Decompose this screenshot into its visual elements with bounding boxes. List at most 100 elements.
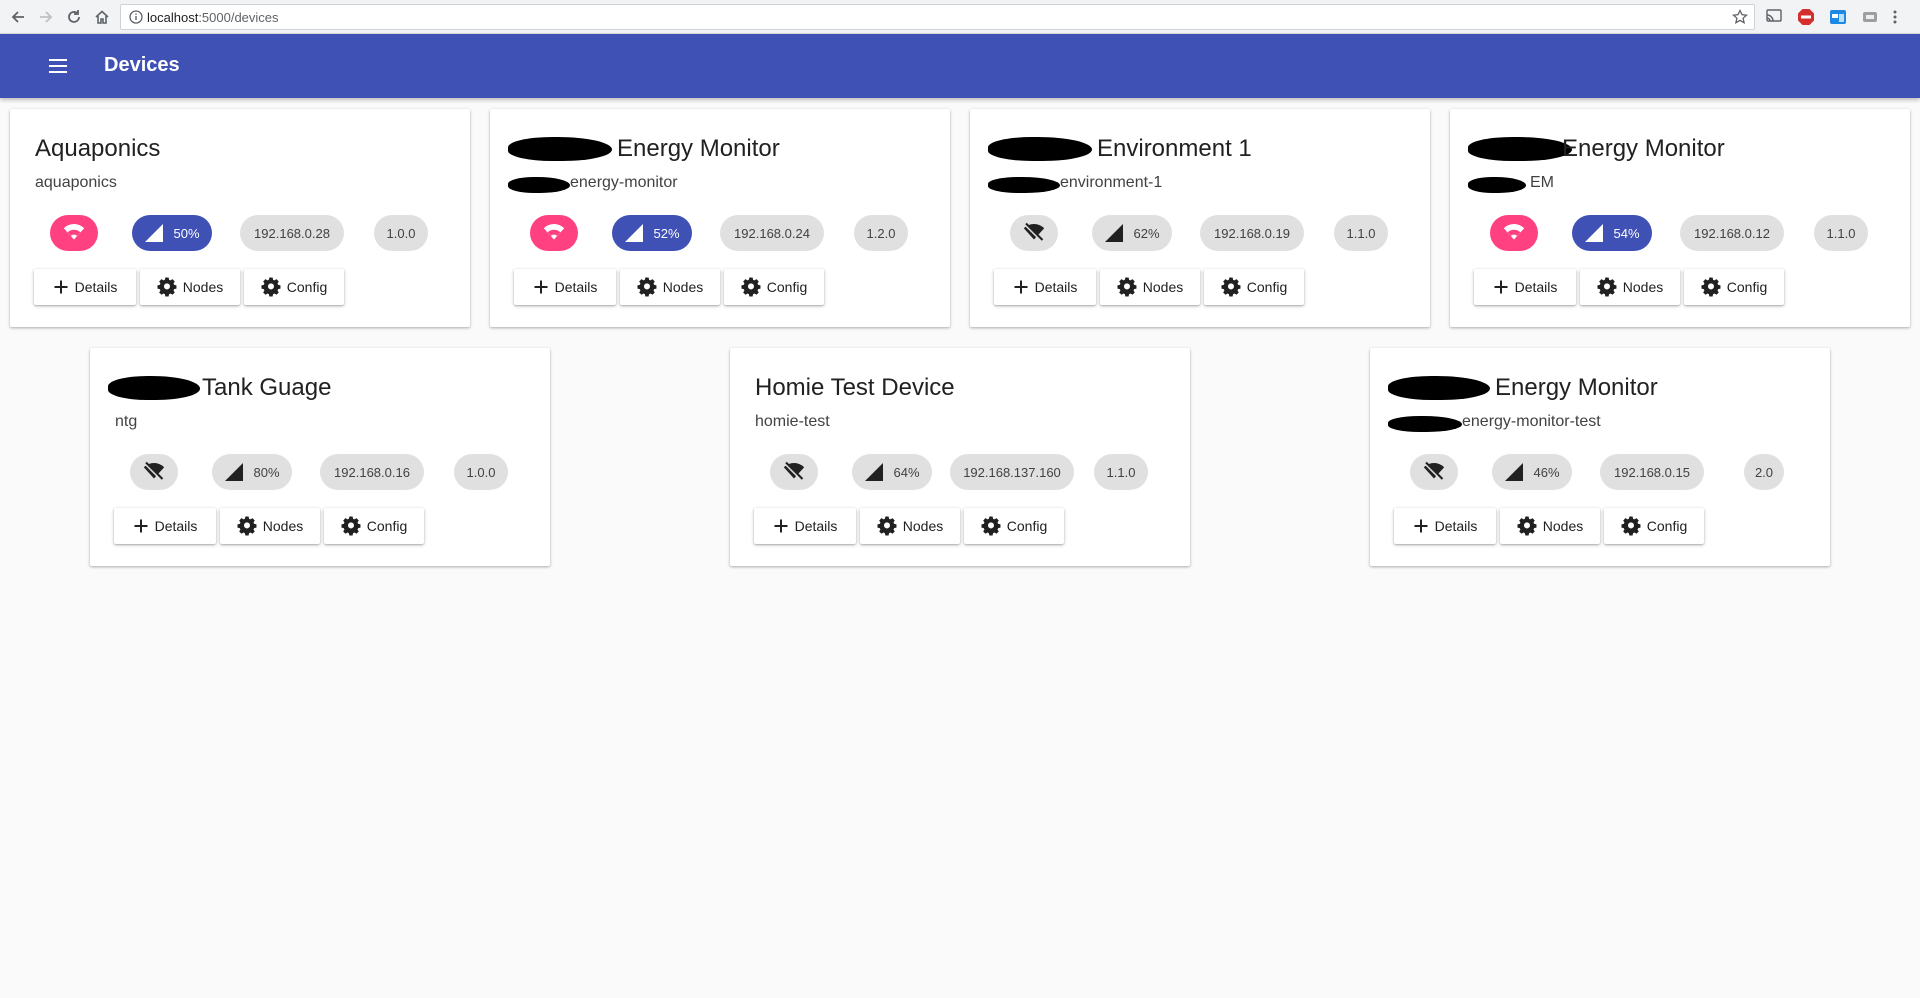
redaction-mark	[1468, 177, 1526, 193]
config-button[interactable]: Config	[724, 269, 824, 305]
button-label: Nodes	[182, 279, 224, 295]
nodes-button[interactable]: Nodes	[1100, 269, 1200, 305]
nodes-button[interactable]: Nodes	[1580, 269, 1680, 305]
signal-icon	[144, 223, 173, 243]
plus-icon	[1413, 518, 1429, 534]
details-button[interactable]: Details	[34, 269, 136, 305]
firmware-version-chip: 2.0	[1744, 454, 1784, 490]
redaction-mark	[1388, 416, 1462, 432]
signal-value: 64%	[893, 464, 920, 480]
gear-icon	[237, 516, 257, 536]
config-button[interactable]: Config	[244, 269, 344, 305]
button-label: Nodes	[662, 279, 704, 295]
config-button[interactable]: Config	[964, 508, 1064, 544]
button-label: Nodes	[1542, 518, 1584, 534]
gear-icon	[637, 277, 657, 297]
bookmark-star-icon[interactable]	[1731, 8, 1749, 30]
nodes-button[interactable]: Nodes	[1500, 508, 1600, 544]
ip-address-chip: 192.168.0.16	[320, 454, 424, 490]
signal-icon	[1584, 223, 1613, 243]
wifi-off-status-chip	[1010, 215, 1058, 251]
nodes-button[interactable]: Nodes	[140, 269, 240, 305]
signal-value: 62%	[1133, 225, 1160, 241]
nodes-button[interactable]: Nodes	[220, 508, 320, 544]
url-text: localhost:5000/devices	[147, 10, 279, 25]
button-label: Config	[1726, 279, 1768, 295]
device-card: Environment 1 environment-1 62% 192.168.0.1…	[970, 109, 1430, 327]
device-card: Aquaponics aquaponics 50% 192.168.0.28 1.0.0…	[10, 109, 470, 327]
gear-icon	[341, 516, 361, 536]
config-button[interactable]: Config	[1604, 508, 1704, 544]
device-title: Aquaponics	[35, 135, 161, 162]
back-arrow-icon[interactable]	[6, 5, 30, 29]
url-host: localhost	[147, 10, 199, 25]
redaction-mark	[988, 177, 1060, 193]
button-label: Details	[554, 279, 598, 295]
ip-address-chip: 192.168.137.160	[950, 454, 1074, 490]
plus-icon	[53, 279, 69, 295]
cast-icon[interactable]	[1765, 8, 1783, 29]
forward-arrow-icon[interactable]	[34, 5, 58, 29]
gear-icon	[157, 277, 177, 297]
page-title: Devices	[104, 54, 180, 76]
gear-icon	[877, 516, 897, 536]
redaction-mark	[1388, 376, 1490, 400]
button-label: Details	[1434, 518, 1478, 534]
signal-strength-chip: 50%	[132, 215, 212, 251]
button-label: Details	[1514, 279, 1558, 295]
browser-menu-icon[interactable]	[1892, 9, 1898, 30]
gear-icon	[1117, 277, 1137, 297]
wifi-off-icon	[1023, 222, 1045, 245]
redaction-mark	[508, 137, 612, 161]
window-extension-icon[interactable]	[1829, 8, 1847, 31]
button-label: Nodes	[902, 518, 944, 534]
wifi-icon	[63, 223, 85, 244]
device-title: Energy Monitor	[1495, 374, 1658, 401]
config-button[interactable]: Config	[1204, 269, 1304, 305]
device-card: Tank Guage ntg 80% 192.168.0.16 1.0.0 Details…	[90, 348, 550, 566]
plus-icon	[1493, 279, 1509, 295]
browser-toolbar: localhost:5000/devices	[0, 0, 1920, 34]
signal-strength-chip: 64%	[852, 454, 932, 490]
address-bar[interactable]: localhost:5000/devices	[120, 4, 1755, 30]
device-id: ntg	[115, 413, 138, 430]
signal-strength-chip: 46%	[1492, 454, 1572, 490]
button-label: Config	[1246, 279, 1288, 295]
gear-icon	[741, 277, 761, 297]
wifi-off-status-chip	[130, 454, 178, 490]
nodes-button[interactable]: Nodes	[860, 508, 960, 544]
device-card: Energy Monitor energy-monitor 52% 192.168.0…	[490, 109, 950, 327]
plus-icon	[533, 279, 549, 295]
details-button[interactable]: Details	[514, 269, 616, 305]
details-button[interactable]: Details	[1474, 269, 1576, 305]
button-label: Config	[1646, 518, 1688, 534]
device-title: Tank Guage	[202, 374, 332, 401]
wifi-status-chip	[1490, 215, 1538, 251]
device-title: Environment 1	[1097, 135, 1252, 162]
firmware-version-chip: 1.1.0	[1334, 215, 1388, 251]
wifi-off-icon	[783, 461, 805, 484]
site-info-icon[interactable]	[129, 10, 143, 29]
reload-icon[interactable]	[62, 5, 86, 29]
redaction-mark	[1468, 137, 1572, 161]
home-icon[interactable]	[90, 5, 114, 29]
adblock-extension-icon[interactable]	[1797, 8, 1815, 31]
config-button[interactable]: Config	[324, 508, 424, 544]
plus-icon	[773, 518, 789, 534]
signal-icon	[624, 223, 653, 243]
details-button[interactable]: Details	[994, 269, 1096, 305]
signal-icon	[224, 462, 253, 482]
details-button[interactable]: Details	[114, 508, 216, 544]
wifi-off-status-chip	[770, 454, 818, 490]
nodes-button[interactable]: Nodes	[620, 269, 720, 305]
hamburger-menu-icon[interactable]	[47, 56, 71, 76]
device-card: Energy Monitor EM 54% 192.168.0.12 1.1.0 Deta…	[1450, 109, 1910, 327]
wifi-icon	[1503, 223, 1525, 244]
signal-icon	[1104, 223, 1133, 243]
config-button[interactable]: Config	[1684, 269, 1784, 305]
button-label: Details	[154, 518, 198, 534]
details-button[interactable]: Details	[1394, 508, 1496, 544]
extension-icon[interactable]	[1861, 8, 1879, 31]
gear-icon	[1597, 277, 1617, 297]
details-button[interactable]: Details	[754, 508, 856, 544]
